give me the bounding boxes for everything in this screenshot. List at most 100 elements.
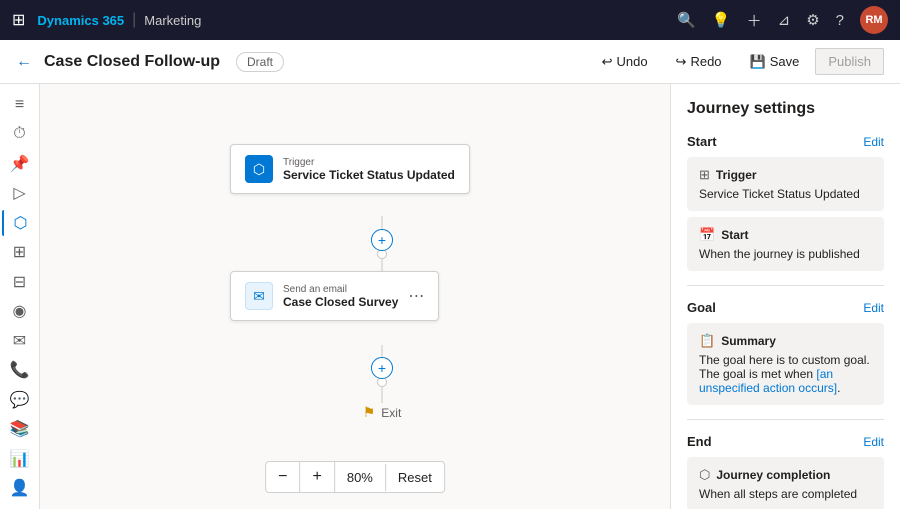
- sidebar-item-pin[interactable]: 📌: [2, 151, 38, 177]
- lightbulb-icon[interactable]: 💡: [712, 11, 731, 29]
- email-node[interactable]: ✉ Send an email Case Closed Survey ⋯: [230, 271, 439, 321]
- left-sidebar: ≡ ⏱ 📌 ▷ ⬡ ⊞ ⊟ ◉ ✉ 📞 💬 📚 📊 👤: [0, 84, 40, 509]
- summary-text-after: .: [837, 381, 840, 395]
- add-node-button-1[interactable]: +: [371, 229, 393, 251]
- help-icon[interactable]: ?: [836, 12, 844, 29]
- sidebar-item-phone[interactable]: 📞: [2, 358, 38, 384]
- sidebar-item-filter[interactable]: ⊟: [2, 269, 38, 295]
- trigger-card-text: Service Ticket Status Updated: [699, 187, 872, 201]
- start-label: Start: [687, 134, 717, 149]
- goal-label: Goal: [687, 300, 716, 315]
- app-grid-icon[interactable]: ⊞: [12, 10, 25, 30]
- sidebar-item-recent[interactable]: ⏱: [2, 122, 38, 148]
- right-panel: Journey settings Start Edit ⊞ Trigger Se…: [670, 84, 900, 509]
- sidebar-item-segments[interactable]: ⊞: [2, 240, 38, 266]
- goal-edit-link[interactable]: Edit: [863, 301, 884, 315]
- add-node-button-2[interactable]: +: [371, 357, 393, 379]
- zoom-level: 80%: [335, 464, 386, 491]
- undo-icon: ↩: [602, 54, 613, 70]
- back-button[interactable]: ←: [16, 53, 32, 71]
- start-section-header: Start Edit: [687, 134, 884, 149]
- end-section-header: End Edit: [687, 434, 884, 449]
- completion-card-title: Journey completion: [716, 468, 830, 482]
- email-node-label: Send an email: [283, 284, 398, 295]
- top-nav: ⊞ Dynamics 365 | Marketing 🔍 💡 ＋ ⊿ ⚙ ? R…: [0, 0, 900, 40]
- start-card-row: 📅 Start: [699, 227, 872, 243]
- save-label: Save: [770, 54, 800, 69]
- brand-logo: Dynamics 365: [37, 13, 124, 28]
- completion-card-text: When all steps are completed: [699, 487, 872, 501]
- summary-card-title: Summary: [721, 334, 776, 348]
- sidebar-item-play[interactable]: ▷: [2, 181, 38, 207]
- connector-4: [382, 387, 383, 403]
- trigger-card-row: ⊞ Trigger: [699, 167, 872, 183]
- email-node-title: Case Closed Survey: [283, 295, 398, 309]
- exit-label: Exit: [381, 406, 401, 420]
- journey-flow: ⬡ Trigger Service Ticket Status Updated …: [40, 84, 670, 509]
- goal-section-header: Goal Edit: [687, 300, 884, 315]
- email-node-icon: ✉: [245, 282, 273, 310]
- summary-card-row: 📋 Summary: [699, 333, 872, 349]
- redo-icon: ↪: [676, 54, 687, 70]
- journey-canvas[interactable]: ⬡ Trigger Service Ticket Status Updated …: [40, 84, 670, 509]
- page-title: Case Closed Follow-up: [44, 53, 220, 71]
- sidebar-item-library[interactable]: 📚: [2, 417, 38, 443]
- end-edit-link[interactable]: Edit: [863, 435, 884, 449]
- redo-button[interactable]: ↪ Redo: [664, 49, 734, 75]
- divider-1: [687, 285, 884, 286]
- sidebar-item-chat[interactable]: 💬: [2, 387, 38, 413]
- publish-label: Publish: [828, 54, 871, 69]
- avatar[interactable]: RM: [860, 6, 888, 34]
- brand: Dynamics 365 | Marketing: [37, 11, 201, 29]
- trigger-node-icon: ⬡: [245, 155, 273, 183]
- zoom-in-button[interactable]: +: [301, 462, 335, 492]
- node-context-menu[interactable]: ⋯: [408, 286, 424, 306]
- start-edit-link[interactable]: Edit: [863, 135, 884, 149]
- save-icon: 💾: [750, 54, 766, 70]
- sidebar-item-journey[interactable]: ⬡: [2, 210, 38, 236]
- trigger-node[interactable]: ⬡ Trigger Service Ticket Status Updated: [230, 144, 470, 194]
- redo-label: Redo: [690, 54, 721, 69]
- summary-card-icon: 📋: [699, 333, 715, 349]
- summary-card-text: The goal here is to custom goal. The goa…: [699, 353, 872, 395]
- start-card: 📅 Start When the journey is published: [687, 217, 884, 271]
- start-card-title: Start: [721, 228, 748, 242]
- zoom-out-button[interactable]: −: [266, 462, 300, 492]
- filter-icon[interactable]: ⊿: [778, 11, 791, 29]
- panel-title: Journey settings: [687, 100, 884, 118]
- trigger-node-title: Service Ticket Status Updated: [283, 168, 455, 182]
- connector-2: [382, 259, 383, 271]
- settings-icon[interactable]: ⚙: [806, 11, 819, 29]
- completion-card-row: ⬡ Journey completion: [699, 467, 872, 483]
- draft-badge[interactable]: Draft: [236, 52, 284, 72]
- sidebar-item-globe[interactable]: ◉: [2, 299, 38, 325]
- sidebar-item-menu[interactable]: ≡: [2, 92, 38, 118]
- publish-button: Publish: [815, 48, 884, 75]
- plus-icon[interactable]: ＋: [747, 10, 762, 31]
- brand-sep: |: [132, 11, 136, 29]
- trigger-card-title: Trigger: [716, 168, 757, 182]
- sidebar-item-chart[interactable]: 📊: [2, 446, 38, 472]
- main-layout: ⬡ Trigger Service Ticket Status Updated …: [40, 84, 900, 509]
- search-icon[interactable]: 🔍: [677, 11, 696, 29]
- summary-text-before: The goal here is to custom goal. The goa…: [699, 353, 870, 381]
- trigger-card-icon: ⊞: [699, 167, 710, 183]
- toolbar: ← Case Closed Follow-up Draft ↩ Undo ↪ R…: [0, 40, 900, 84]
- exit-icon: ⚑: [363, 404, 376, 421]
- start-card-icon: 📅: [699, 227, 715, 243]
- top-nav-right: 🔍 💡 ＋ ⊿ ⚙ ? RM: [677, 6, 888, 34]
- undo-button[interactable]: ↩ Undo: [590, 49, 660, 75]
- zoom-controls: − + 80% Reset: [265, 461, 445, 493]
- end-label: End: [687, 434, 712, 449]
- summary-card: 📋 Summary The goal here is to custom goa…: [687, 323, 884, 405]
- zoom-reset-button[interactable]: Reset: [386, 464, 444, 491]
- completion-card-icon: ⬡: [699, 467, 710, 483]
- sidebar-item-people[interactable]: 👤: [2, 476, 38, 502]
- save-button[interactable]: 💾 Save: [738, 49, 812, 75]
- start-card-text: When the journey is published: [699, 247, 872, 261]
- sidebar-item-email[interactable]: ✉: [2, 328, 38, 354]
- completion-card: ⬡ Journey completion When all steps are …: [687, 457, 884, 509]
- exit-node: ⚑ Exit: [363, 404, 402, 421]
- email-node-content: Send an email Case Closed Survey: [283, 284, 398, 309]
- toolbar-actions: ↩ Undo ↪ Redo 💾 Save Publish: [590, 48, 884, 75]
